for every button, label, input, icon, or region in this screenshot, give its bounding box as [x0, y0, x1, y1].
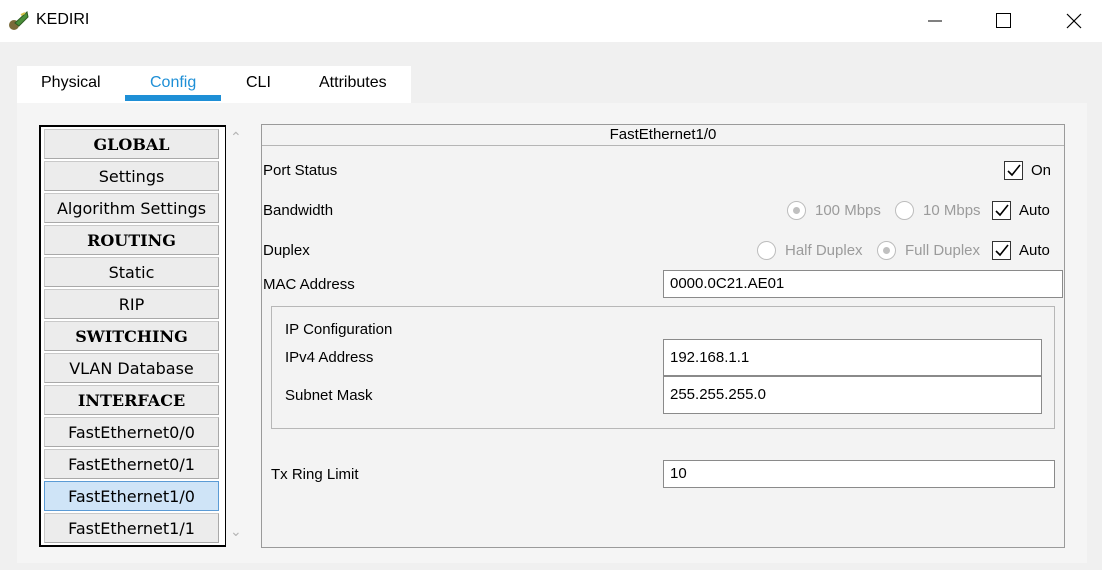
bandwidth-100-radio[interactable]	[787, 201, 806, 220]
config-main-area: GLOBAL Settings Algorithm Settings ROUTI…	[17, 103, 1087, 563]
tx-ring-limit-field[interactable]: 10	[663, 460, 1055, 488]
duplex-label: Duplex	[263, 242, 310, 259]
close-icon	[1066, 13, 1082, 29]
tab-cli[interactable]: CLI	[246, 74, 271, 92]
nav-item-fastethernet0-1[interactable]: FastEthernet0/1	[44, 449, 219, 479]
nav-item-settings[interactable]: Settings	[44, 161, 219, 191]
subnet-mask-field[interactable]: 255.255.255.0	[663, 376, 1042, 414]
nav-item-fastethernet1-1[interactable]: FastEthernet1/1	[44, 513, 219, 543]
nav-item-vlan-database[interactable]: VLAN Database	[44, 353, 219, 383]
nav-item-algorithm-settings[interactable]: Algorithm Settings	[44, 193, 219, 223]
duplex-auto-checkbox[interactable]	[992, 241, 1011, 260]
full-duplex-label: Full Duplex	[905, 242, 981, 259]
bandwidth-label: Bandwidth	[263, 202, 334, 219]
port-status-on-label: On	[1031, 162, 1052, 179]
half-duplex-label: Half Duplex	[785, 242, 863, 259]
ipv4-address-label: IPv4 Address	[285, 349, 374, 366]
nav-header-routing: ROUTING	[44, 225, 219, 255]
ipv4-address-field[interactable]: 192.168.1.1	[663, 339, 1042, 376]
tab-attributes[interactable]: Attributes	[319, 74, 387, 92]
minimize-icon	[928, 20, 942, 22]
nav-header-interface: INTERFACE	[44, 385, 219, 415]
checkmark-icon	[1007, 164, 1021, 177]
nav-item-fastethernet0-0[interactable]: FastEthernet0/0	[44, 417, 219, 447]
maximize-button[interactable]	[981, 0, 1027, 42]
subnet-mask-label: Subnet Mask	[285, 387, 373, 404]
nav-item-fastethernet1-0[interactable]: FastEthernet1/0	[44, 481, 219, 511]
nav-header-switching: SWITCHING	[44, 321, 219, 351]
mac-address-label: MAC Address	[263, 276, 355, 293]
tab-bar: Physical Config CLI Attributes	[17, 66, 411, 103]
nav-item-static[interactable]: Static	[44, 257, 219, 287]
panel-title: FastEthernet1/0	[262, 125, 1064, 146]
duplex-auto-label: Auto	[1019, 242, 1050, 259]
bandwidth-auto-label: Auto	[1019, 202, 1050, 219]
maximize-icon	[996, 13, 1011, 28]
scroll-down-icon[interactable]: ⌄	[230, 523, 242, 540]
router-app-icon	[8, 9, 30, 31]
tab-config[interactable]: Config	[150, 74, 196, 92]
bandwidth-10-label: 10 Mbps	[923, 202, 981, 219]
ip-configuration-title: IP Configuration	[285, 321, 393, 338]
port-status-checkbox[interactable]	[1004, 161, 1023, 180]
bandwidth-10-radio[interactable]	[895, 201, 914, 220]
full-duplex-radio[interactable]	[877, 241, 896, 260]
mac-address-field[interactable]: 0000.0C21.AE01	[663, 270, 1063, 298]
bandwidth-auto-checkbox[interactable]	[992, 201, 1011, 220]
minimize-button[interactable]	[912, 0, 958, 42]
port-status-label: Port Status	[263, 162, 338, 179]
window-title: KEDIRI	[36, 11, 90, 28]
active-tab-indicator	[125, 95, 221, 101]
checkmark-icon	[995, 244, 1009, 257]
checkmark-icon	[995, 204, 1009, 217]
half-duplex-radio[interactable]	[757, 241, 776, 260]
close-button[interactable]	[1051, 0, 1097, 42]
config-nav-list: GLOBAL Settings Algorithm Settings ROUTI…	[39, 125, 227, 547]
ip-configuration-group: IP Configuration IPv4 Address 192.168.1.…	[271, 306, 1055, 429]
interface-config-panel: FastEthernet1/0 Port Status On Bandwidth…	[261, 124, 1065, 548]
title-bar: KEDIRI	[0, 0, 1102, 42]
tab-physical[interactable]: Physical	[41, 74, 101, 92]
nav-scrollbar[interactable]: ⌃ ⌄	[226, 125, 248, 547]
bandwidth-100-label: 100 Mbps	[815, 202, 881, 219]
nav-header-global: GLOBAL	[44, 129, 219, 159]
nav-item-rip[interactable]: RIP	[44, 289, 219, 319]
scroll-up-icon[interactable]: ⌃	[230, 129, 242, 146]
tx-ring-limit-label: Tx Ring Limit	[271, 466, 359, 483]
